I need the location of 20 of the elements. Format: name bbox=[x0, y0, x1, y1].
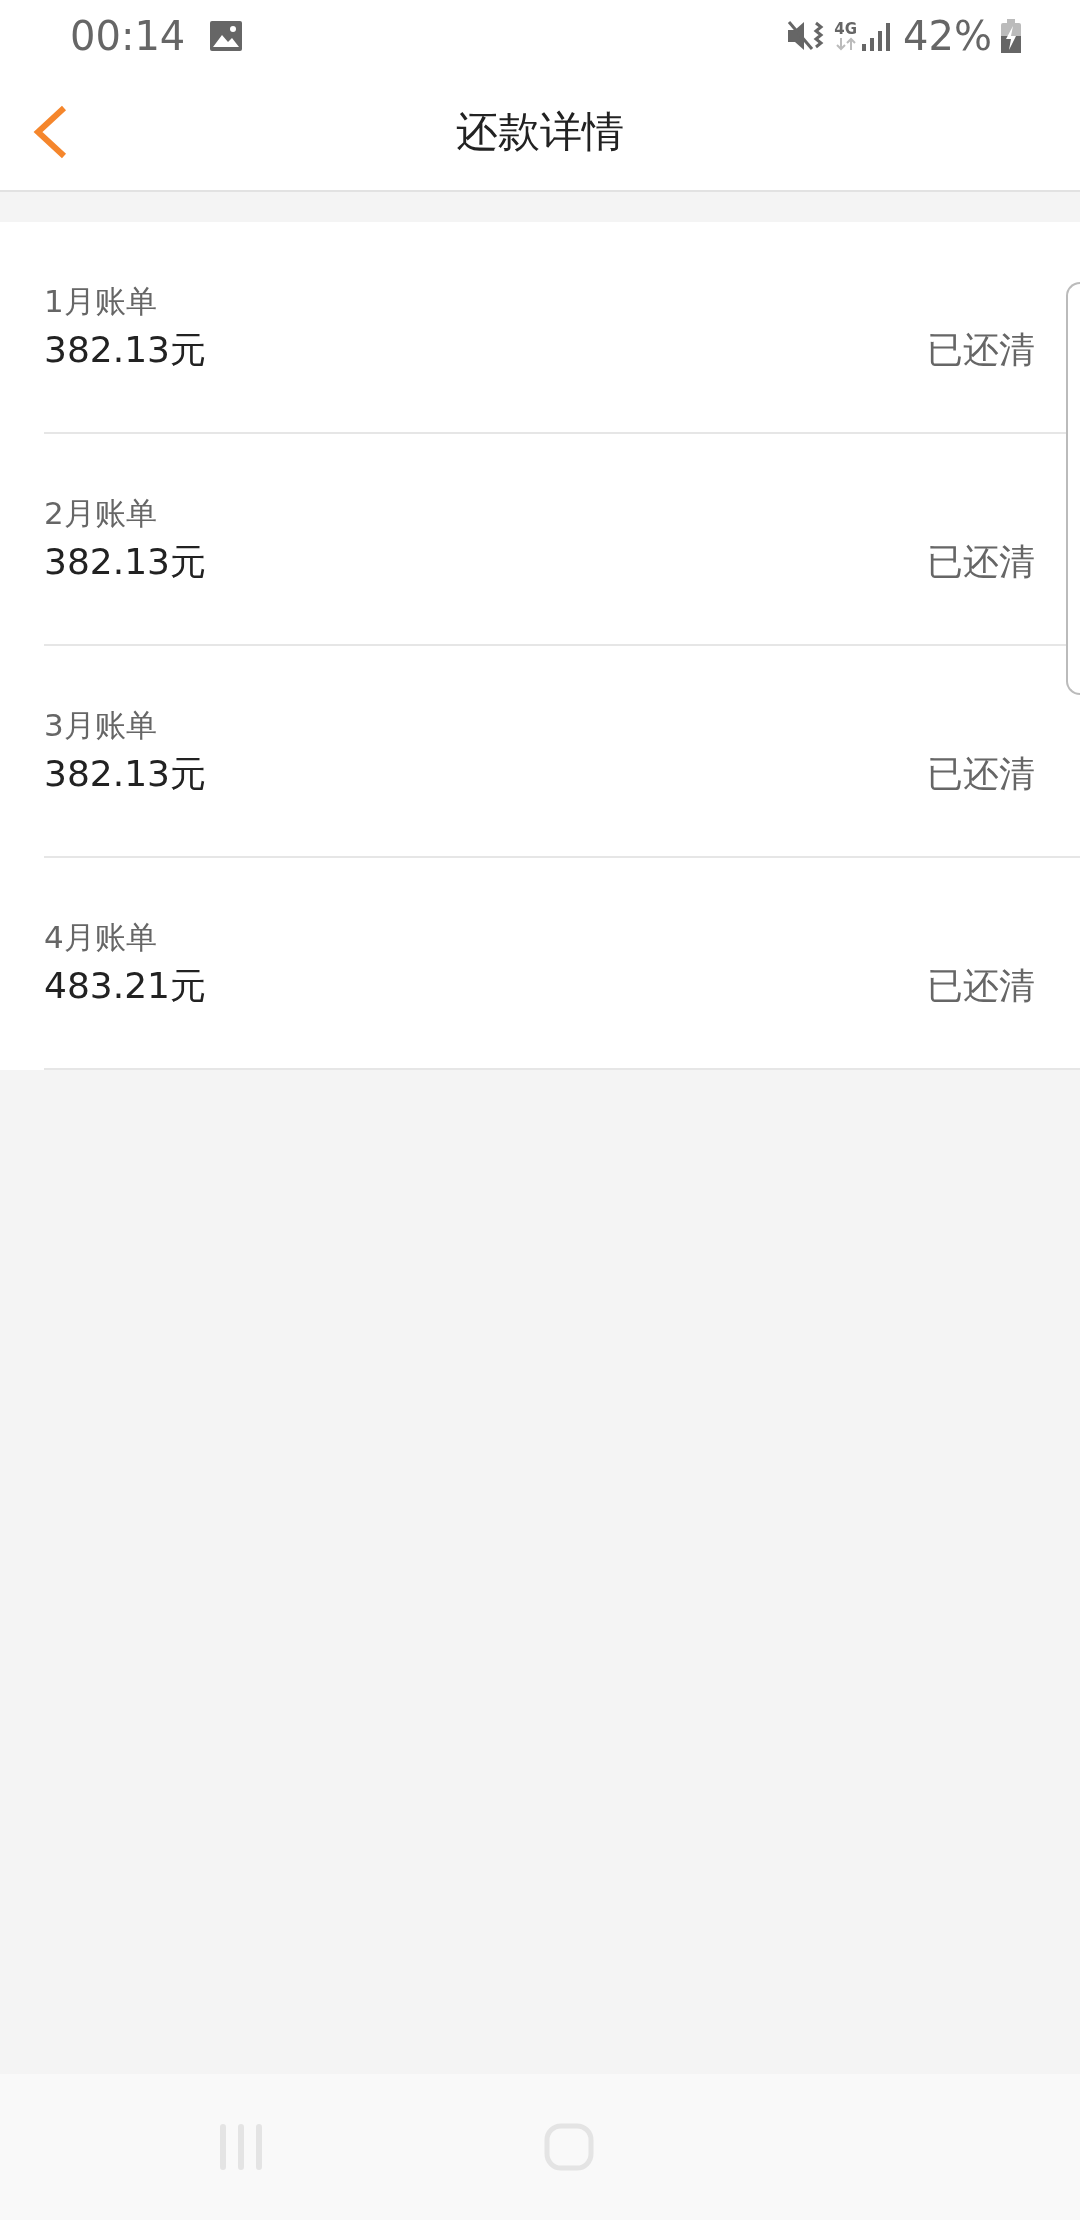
bill-amount: 483.21元 bbox=[44, 964, 206, 1008]
bill-month: 4月账单 bbox=[44, 918, 158, 956]
page-title: 还款详情 bbox=[456, 105, 624, 158]
bill-amount: 382.13元 bbox=[44, 540, 206, 584]
clock-time: 00:14 bbox=[70, 12, 186, 61]
bill-status: 已还清 bbox=[927, 964, 1035, 1008]
bill-month: 1月账单 bbox=[44, 282, 158, 320]
bill-amount: 382.13元 bbox=[44, 752, 206, 796]
bill-month: 2月账单 bbox=[44, 494, 158, 532]
data-arrows-icon bbox=[834, 36, 857, 51]
image-icon bbox=[209, 20, 244, 52]
battery-icon bbox=[1000, 18, 1022, 54]
bill-month: 3月账单 bbox=[44, 706, 158, 744]
network-type: 4G bbox=[834, 21, 858, 37]
bill-status: 已还清 bbox=[927, 540, 1035, 584]
bill-status: 已还清 bbox=[927, 328, 1035, 372]
edge-panel-handle[interactable] bbox=[1066, 282, 1080, 695]
bill-status: 已还清 bbox=[927, 752, 1035, 796]
bill-amount: 382.13元 bbox=[44, 328, 206, 372]
battery-percent: 42% bbox=[903, 12, 992, 61]
